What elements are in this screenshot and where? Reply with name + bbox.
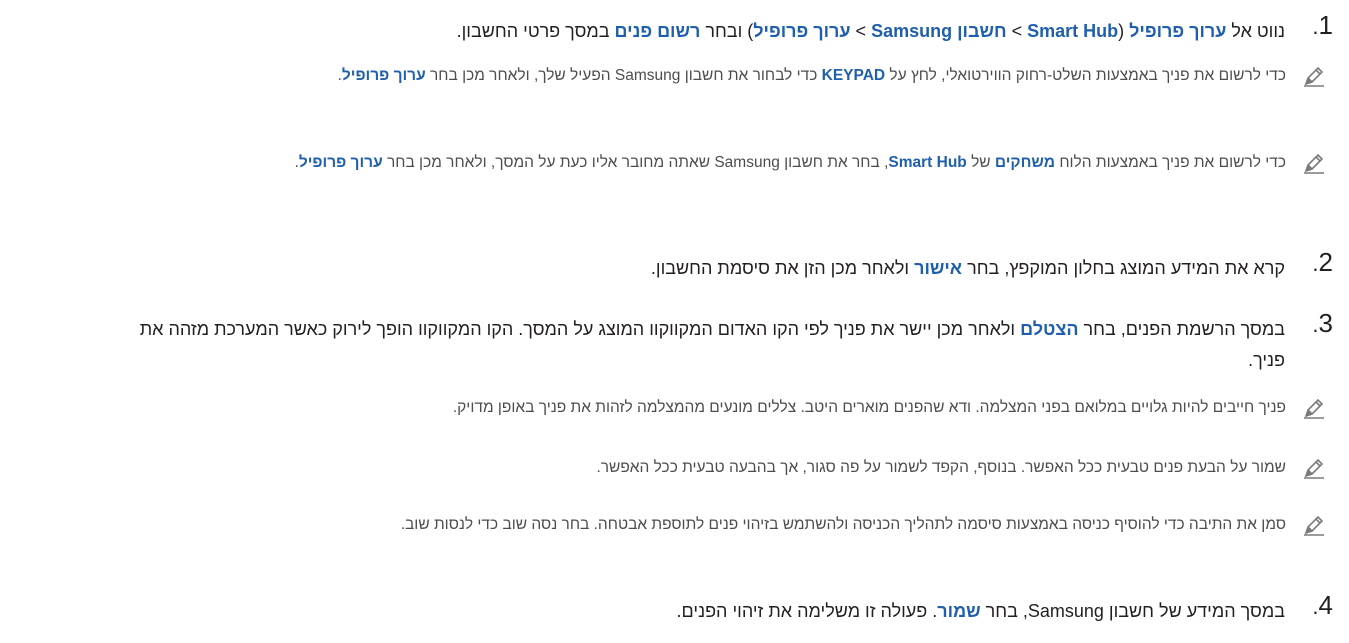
ui-term-highlight: ערוך פרופיל: [298, 154, 383, 171]
pencil-note-icon: [1302, 456, 1326, 480]
step-number: .4: [1312, 590, 1333, 620]
pencil-note-icon: [1302, 64, 1326, 88]
text-run: קרא את המידע המוצג בחלון המוקפץ, בחר: [962, 258, 1285, 278]
ui-term-highlight: ערוך פרופיל: [341, 67, 426, 84]
note-text: שמור על הבעת פנים טבעית ככל האפשר. בנוסף…: [6, 454, 1326, 481]
text-run: כדי לבחור את חשבון Samsung הפעיל שלך, ול…: [425, 67, 822, 84]
step-1: .1 נווט אל ערוך פרופיל (Smart Hub > חשבו…: [103, 10, 1333, 47]
text-run: ) ובחר: [700, 21, 754, 41]
ui-term-highlight: הצטלם: [1020, 319, 1079, 339]
text-run: של: [966, 154, 995, 171]
text-run: במסך פרטי החשבון.: [456, 21, 615, 41]
text-run: שמור על הבעת פנים טבעית ככל האפשר. בנוסף…: [596, 459, 1286, 476]
note-5: סמן את התיבה כדי להוסיף כניסה באמצעות סי…: [6, 511, 1326, 538]
ui-term-highlight: שמור: [937, 601, 981, 621]
text-run: במסך המידע של חשבון Samsung, בחר: [980, 601, 1285, 621]
note-1: כדי לרשום את פניך באמצעות השלט-רחוק הווי…: [6, 62, 1326, 89]
note-text: סמן את התיבה כדי להוסיף כניסה באמצעות סי…: [6, 511, 1326, 538]
note-text: כדי לרשום את פניך באמצעות הלוח משחקים של…: [6, 149, 1326, 176]
text-run: סמן את התיבה כדי להוסיף כניסה באמצעות סי…: [400, 516, 1286, 533]
note-4: שמור על הבעת פנים טבעית ככל האפשר. בנוסף…: [6, 454, 1326, 481]
ui-term-highlight: Smart Hub: [1027, 21, 1119, 41]
ui-term-highlight: ערוך פרופיל: [753, 21, 851, 41]
text-run: כדי לרשום את פניך באמצעות השלט-רחוק הווי…: [885, 67, 1286, 84]
ui-term-highlight: ערוך פרופיל: [1129, 21, 1227, 41]
step-text: נווט אל ערוך פרופיל (Smart Hub > חשבון S…: [457, 21, 1285, 41]
ui-term-highlight: חשבון Samsung: [871, 21, 1007, 41]
text-run: כדי לרשום את פניך באמצעות הלוח: [1055, 154, 1286, 171]
note-text: כדי לרשום את פניך באמצעות השלט-רחוק הווי…: [6, 62, 1326, 89]
note-2: כדי לרשום את פניך באמצעות הלוח משחקים של…: [6, 149, 1326, 176]
ui-term-highlight: רשום פנים: [614, 21, 701, 41]
ui-term-highlight: אישור: [914, 258, 963, 278]
text-run: >: [850, 21, 872, 41]
ui-term-highlight: Smart Hub: [888, 154, 967, 171]
text-run: >: [1006, 21, 1028, 41]
step-number: .2: [1312, 247, 1333, 277]
step-text: קרא את המידע המוצג בחלון המוקפץ, בחר איש…: [651, 258, 1285, 278]
text-run: במסך הרשמת הפנים, בחר: [1078, 319, 1286, 339]
text-run: (: [1118, 21, 1130, 41]
instructions-page: .1 נווט אל ערוך פרופיל (Smart Hub > חשבו…: [0, 0, 1349, 643]
note-3: פניך חייבים להיות גלויים במלואם בפני המצ…: [6, 394, 1326, 421]
text-run: . פעולה זו משלימה את זיהוי הפנים.: [676, 601, 938, 621]
text-run: ולאחר מכן הזן את סיסמת החשבון.: [650, 258, 915, 278]
ui-term-highlight: משחקים: [994, 154, 1056, 171]
text-run: פניך חייבים להיות גלויים במלואם בפני המצ…: [452, 399, 1286, 416]
step-text: במסך הרשמת הפנים, בחר הצטלם ולאחר מכן יי…: [140, 319, 1285, 370]
ui-term-highlight: KEYPAD: [821, 67, 886, 84]
step-text: במסך המידע של חשבון Samsung, בחר שמור. פ…: [677, 601, 1285, 621]
text-run: , בחר את חשבון Samsung שאתה מחובר אליו כ…: [382, 154, 889, 171]
text-run: נווט אל: [1226, 21, 1285, 41]
note-text: פניך חייבים להיות גלויים במלואם בפני המצ…: [6, 394, 1326, 421]
step-3: .3 במסך הרשמת הפנים, בחר הצטלם ולאחר מכן…: [103, 308, 1333, 376]
step-number: .3: [1312, 308, 1333, 338]
pencil-note-icon: [1302, 513, 1326, 537]
step-4: .4 במסך המידע של חשבון Samsung, בחר שמור…: [103, 590, 1333, 627]
pencil-note-icon: [1302, 396, 1326, 420]
pencil-note-icon: [1302, 151, 1326, 175]
step-number: .1: [1312, 10, 1333, 40]
step-2: .2 קרא את המידע המוצג בחלון המוקפץ, בחר …: [103, 247, 1333, 284]
